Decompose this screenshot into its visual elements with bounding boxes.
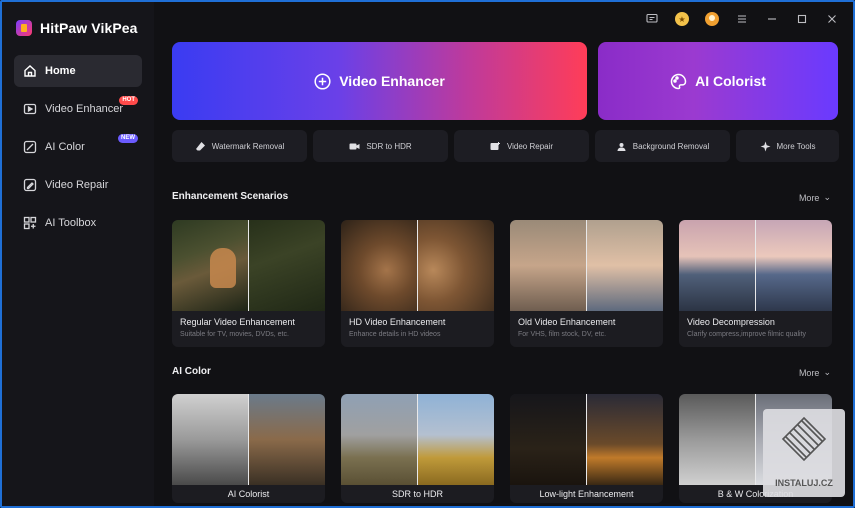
tool-more-tools[interactable]: More Tools	[736, 130, 839, 162]
tool-label: More Tools	[776, 141, 816, 151]
main-content: Video Enhancer AI Colorist Watermark Rem…	[154, 2, 853, 506]
scenario-preview-image	[172, 220, 325, 311]
scenario-preview-image	[341, 220, 494, 311]
ai-colorist-button[interactable]: AI Colorist	[598, 42, 838, 120]
tool-watermark-removal[interactable]: Watermark Removal	[172, 130, 307, 162]
app-logo-icon	[16, 20, 32, 36]
enhancement-cards: Regular Video Enhancement Suitable for T…	[172, 220, 832, 347]
color-preview-image	[510, 394, 663, 485]
sidebar-item-label: Video Repair	[45, 179, 109, 191]
toolbox-icon	[23, 216, 37, 230]
sidebar-item-label: AI Toolbox	[45, 217, 97, 229]
card-desc: For VHS, film stock, DV, etc.	[518, 331, 607, 338]
app-title: HitPaw VikPea	[40, 20, 138, 36]
home-icon	[23, 64, 37, 78]
sidebar-item-video-enhancer[interactable]: Video Enhancer HOT	[14, 93, 142, 125]
color-card-ai-colorist[interactable]: AI Colorist	[172, 394, 325, 503]
tool-sdr-to-hdr[interactable]: SDR to HDR	[313, 130, 448, 162]
ai-color-icon	[23, 140, 37, 154]
instaluj-logo-icon	[781, 416, 827, 462]
sidebar-item-ai-toolbox[interactable]: AI Toolbox	[14, 207, 142, 239]
watermark-text: INSTALUJ.CZ	[775, 478, 833, 488]
tool-label: SDR to HDR	[366, 141, 412, 151]
sidebar-item-video-repair[interactable]: Video Repair	[14, 169, 142, 201]
scenario-card-regular[interactable]: Regular Video Enhancement Suitable for T…	[172, 220, 325, 347]
color-preview-image	[172, 394, 325, 485]
enhancement-section-title: Enhancement Scenarios	[172, 191, 289, 202]
chevron-down-icon: ⌄	[823, 367, 831, 377]
ai-colorist-label: AI Colorist	[695, 73, 766, 89]
person-bg-icon	[617, 142, 626, 151]
more-label: More	[798, 367, 820, 378]
palette-icon	[670, 73, 687, 90]
sidebar-nav: Home Video Enhancer HOT AI Color NEW Vid…	[14, 55, 142, 245]
sidebar-item-ai-color[interactable]: AI Color NEW	[14, 131, 142, 163]
video-enhancer-icon	[23, 102, 37, 116]
eraser-icon	[195, 141, 205, 150]
brand: HitPaw VikPea	[16, 20, 138, 36]
ai-color-section-title: AI Color	[172, 366, 211, 377]
card-title: Old Video Enhancement	[518, 317, 616, 327]
sidebar-item-home[interactable]: Home	[14, 55, 142, 87]
card-desc: Suitable for TV, movies, DVDs, etc.	[180, 331, 289, 338]
tool-background-removal[interactable]: Background Removal	[595, 130, 730, 162]
card-desc: Clarify compress,improve filmic quality	[687, 331, 807, 338]
app-window: HitPaw VikPea Home Video Enhancer HOT AI…	[0, 0, 855, 508]
scenario-preview-image	[510, 220, 663, 311]
color-card-sdr-to-hdr[interactable]: SDR to HDR	[341, 394, 494, 503]
video-enhancer-button[interactable]: Video Enhancer	[172, 42, 587, 120]
card-title: AI Colorist	[227, 489, 270, 499]
tool-label: Watermark Removal	[211, 141, 285, 151]
card-desc: Enhance details in HD videos	[349, 331, 441, 338]
scenario-card-hd[interactable]: HD Video Enhancement Enhance details in …	[341, 220, 494, 347]
plus-circle-icon	[314, 72, 331, 90]
ai-color-cards: AI Colorist SDR to HDR Low-light Enhance…	[172, 394, 832, 503]
sidebar-item-label: AI Color	[45, 141, 85, 153]
card-title: Video Decompression	[687, 317, 775, 327]
card-title: SDR to HDR	[391, 489, 443, 499]
tool-video-repair[interactable]: Video Repair	[454, 130, 589, 162]
sparkle-icon	[760, 141, 770, 151]
scenario-card-old[interactable]: Old Video Enhancement For VHS, film stoc…	[510, 220, 663, 347]
tool-label: Video Repair	[506, 141, 554, 151]
video-enhancer-label: Video Enhancer	[339, 73, 445, 89]
instaluj-watermark: INSTALUJ.CZ	[763, 409, 845, 497]
card-title: Regular Video Enhancement	[180, 317, 295, 327]
sidebar: HitPaw VikPea Home Video Enhancer HOT AI…	[2, 2, 154, 506]
video-repair-icon	[23, 178, 37, 192]
new-badge: NEW	[118, 134, 138, 143]
sidebar-item-label: Video Enhancer	[45, 103, 124, 115]
card-title: Low-light Enhancement	[539, 489, 634, 499]
sidebar-item-label: Home	[45, 65, 76, 77]
ai-color-more-link[interactable]: More ⌄	[799, 367, 831, 378]
quick-tools: Watermark Removal SDR to HDR Video Repai…	[172, 130, 839, 162]
enhancement-more-link[interactable]: More ⌄	[799, 192, 831, 203]
hot-badge: HOT	[119, 96, 138, 105]
color-preview-image	[341, 394, 494, 485]
chevron-down-icon: ⌄	[823, 192, 831, 202]
more-label: More	[798, 192, 820, 203]
video-repair-icon	[490, 141, 500, 150]
camera-icon	[349, 143, 360, 149]
scenario-preview-image	[679, 220, 832, 311]
color-card-low-light[interactable]: Low-light Enhancement	[510, 394, 663, 503]
card-title: HD Video Enhancement	[349, 317, 446, 327]
tool-label: Background Removal	[632, 141, 710, 151]
scenario-card-decompression[interactable]: Video Decompression Clarify compress,imp…	[679, 220, 832, 347]
